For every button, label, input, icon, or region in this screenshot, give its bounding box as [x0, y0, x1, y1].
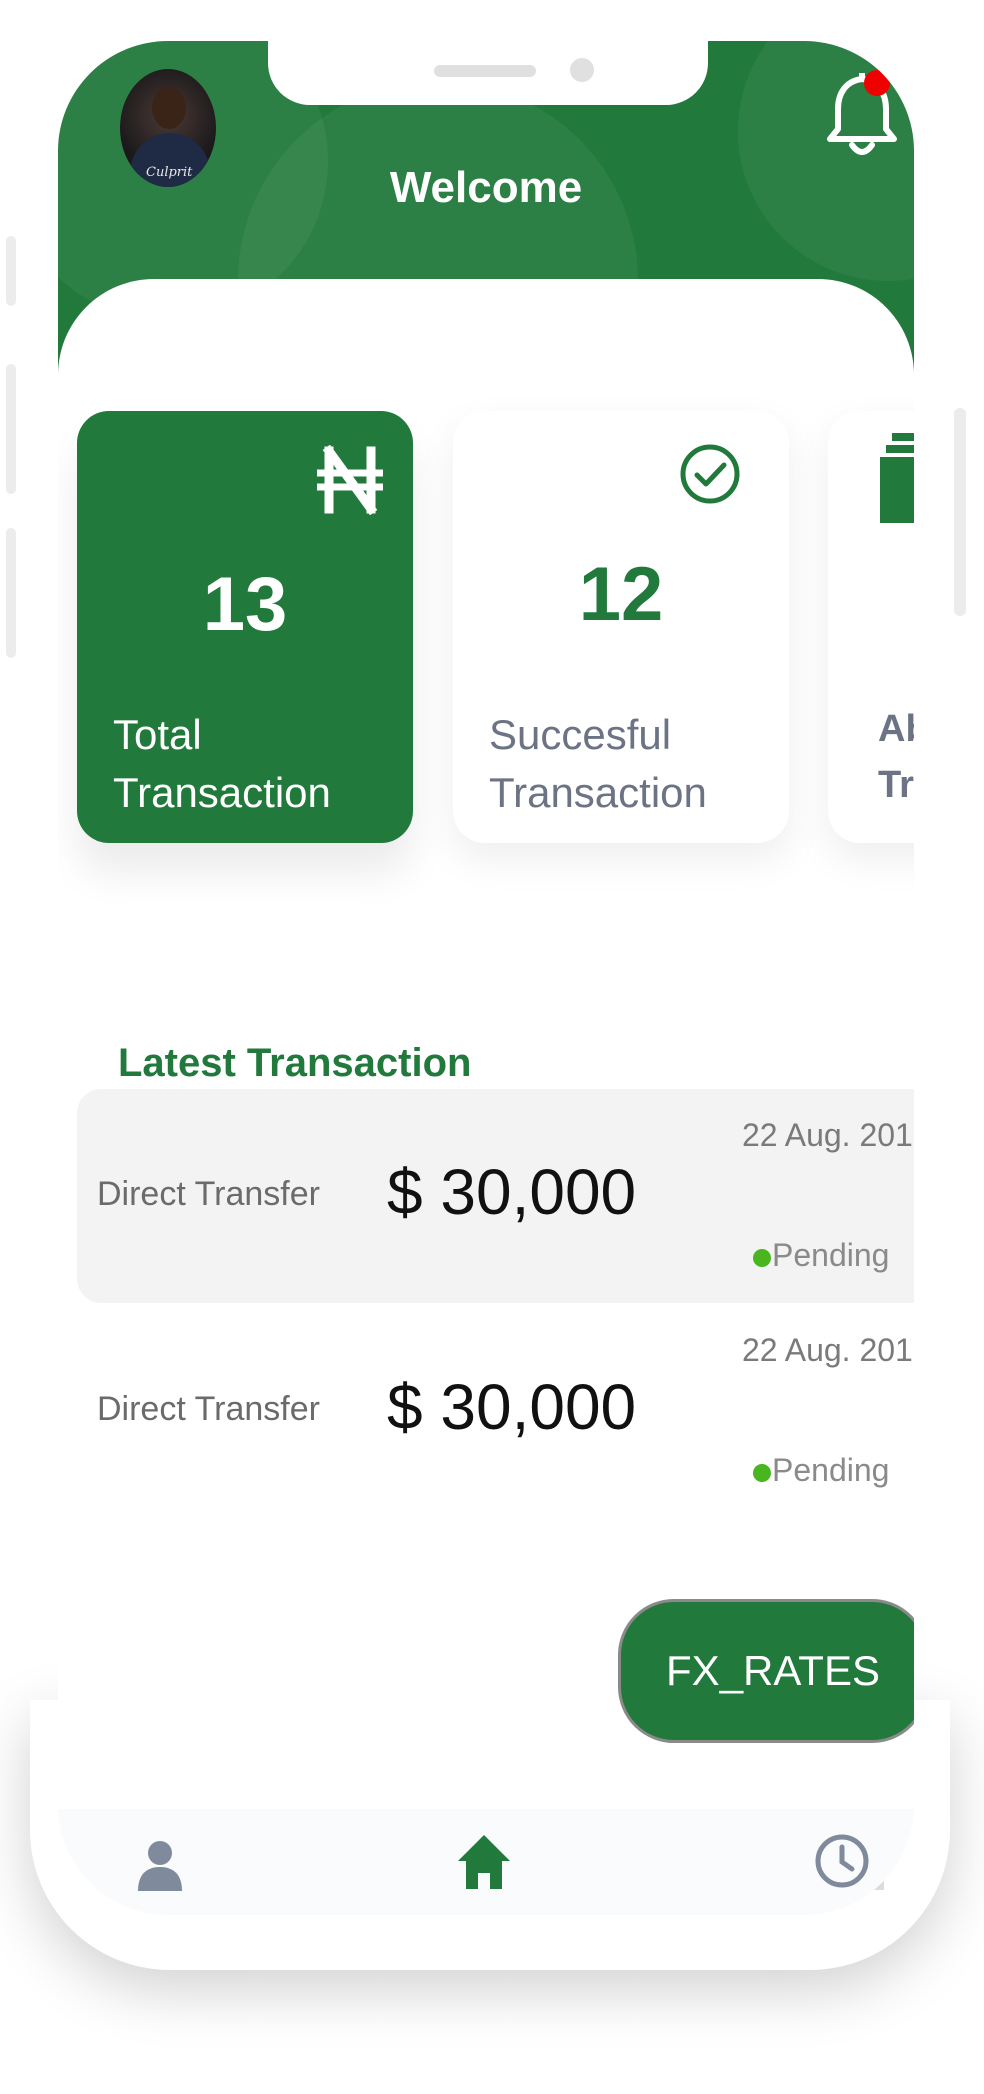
- transaction-amount: $ 30,000: [387, 1156, 637, 1228]
- page-title: Welcome: [389, 163, 583, 212]
- check-circle-icon: [680, 444, 740, 504]
- avatar-head: [152, 87, 186, 129]
- user-icon[interactable]: [138, 1839, 182, 1891]
- transaction-row[interactable]: Direct Transfer $ 30,000 22 Aug. 2019 Pe…: [77, 1304, 914, 1518]
- stat-value: 12: [578, 552, 664, 637]
- phone-power-button: [954, 408, 966, 616]
- phone-screen: Culprit Welcome 13 Total Transaction 12 …: [58, 41, 914, 1915]
- stat-label-line1: Ab: [878, 708, 914, 750]
- stat-label-line2: Transaction: [489, 769, 707, 816]
- phone-mute-switch: [6, 236, 16, 306]
- status-badge: Pending: [772, 1237, 890, 1273]
- stat-card-total[interactable]: 13 Total Transaction: [77, 411, 413, 843]
- stat-label-line2: Transaction: [113, 769, 331, 816]
- status-dot: [753, 1249, 771, 1267]
- transaction-type: Direct Transfer: [97, 1390, 320, 1428]
- clock-icon[interactable]: [814, 1833, 870, 1889]
- transaction-amount: $ 30,000: [387, 1371, 637, 1443]
- app-mockup: Culprit Welcome 13 Total Transaction 12 …: [0, 0, 984, 2094]
- home-icon[interactable]: [458, 1835, 510, 1889]
- section-title: Latest Transaction: [118, 1041, 472, 1085]
- stat-label: Succesful Transaction: [489, 706, 707, 822]
- bottom-nav: [58, 1809, 914, 1915]
- notification-badge: [864, 70, 890, 96]
- bell-icon[interactable]: [822, 65, 902, 165]
- transaction-date: 22 Aug. 2019: [742, 1117, 914, 1153]
- wallet-icon: [880, 433, 914, 523]
- status-badge: Pending: [772, 1452, 890, 1488]
- notch-camera: [570, 58, 594, 82]
- transaction-type: Direct Transfer: [97, 1175, 320, 1213]
- phone-volume-up: [6, 364, 16, 494]
- stat-label: Ab Tra: [878, 701, 914, 813]
- transaction-date: 22 Aug. 2019: [742, 1332, 914, 1368]
- phone-volume-down: [6, 528, 16, 658]
- stat-label-line1: Succesful: [489, 711, 672, 758]
- stat-card-successful[interactable]: 12 Succesful Transaction: [453, 411, 789, 843]
- stat-label-line2: Tra: [878, 764, 914, 806]
- fx-rates-button[interactable]: FX_RATES: [618, 1599, 914, 1743]
- stat-card-third[interactable]: Ab Tra: [828, 411, 914, 843]
- stat-value: 13: [202, 562, 288, 647]
- status-dot: [753, 1464, 771, 1482]
- transaction-row[interactable]: Direct Transfer $ 30,000 22 Aug. 2019 Pe…: [77, 1089, 914, 1303]
- stat-label: Total Transaction: [113, 706, 331, 822]
- notch-speaker: [434, 65, 536, 77]
- stat-label-line1: Total: [113, 711, 202, 758]
- naira-icon: [317, 445, 383, 515]
